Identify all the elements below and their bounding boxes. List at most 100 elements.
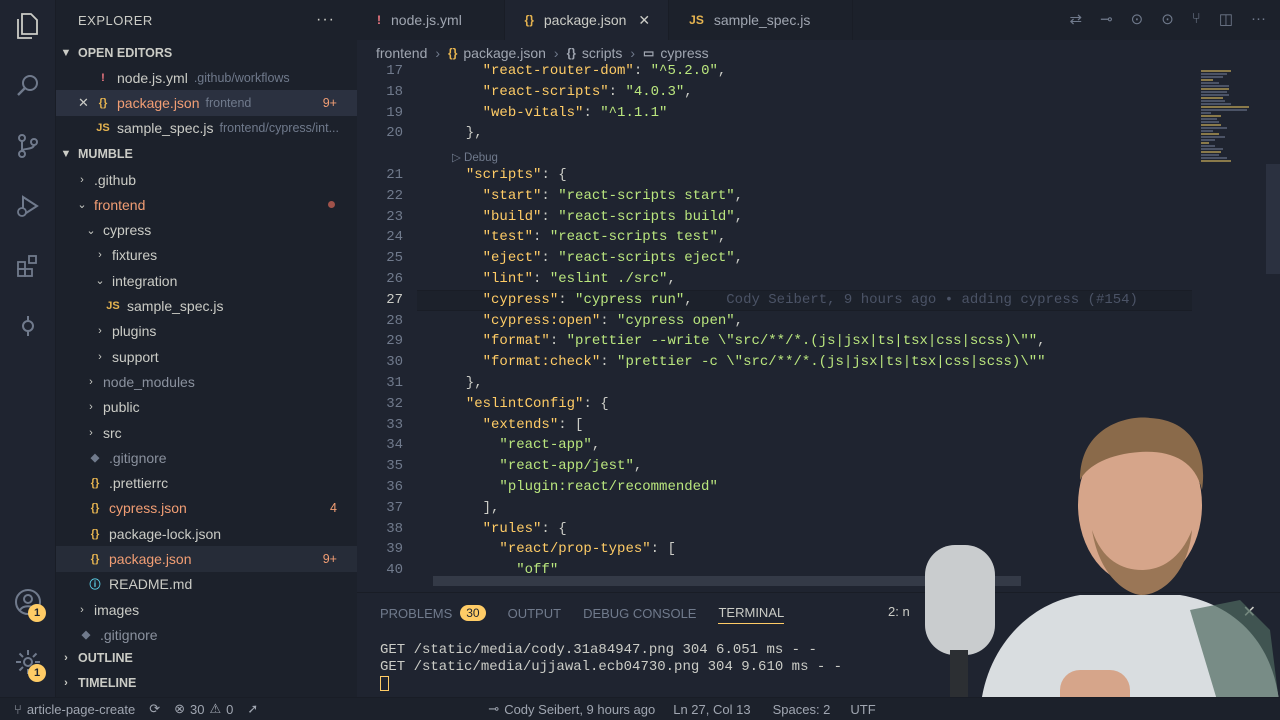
tree-file[interactable]: {} package-lock.json	[56, 521, 357, 546]
tree-file[interactable]: JS sample_spec.js	[56, 293, 357, 318]
branch-indicator[interactable]: ⑂ article-page-create	[14, 702, 135, 717]
search-icon[interactable]	[12, 70, 44, 102]
panel-tabs: PROBLEMS 30 OUTPUT DEBUG CONSOLE TERMINA…	[380, 602, 785, 624]
file-icon: {}	[90, 552, 100, 565]
manage-gear-icon[interactable]: 1	[12, 646, 46, 682]
code-line: "react/prop-types": [	[499, 541, 676, 558]
tab-output[interactable]: OUTPUT	[508, 602, 561, 624]
code-line: "rules": {	[482, 520, 567, 537]
previous-change-icon[interactable]: ⊙	[1131, 10, 1144, 28]
tree-folder[interactable]: ⌄ integration	[56, 268, 357, 293]
outline-label: OUTLINE	[78, 650, 133, 665]
timeline-section[interactable]: › TIMELINE	[56, 670, 136, 695]
line-number: 31	[386, 375, 403, 391]
run-debug-icon[interactable]	[12, 190, 44, 222]
tree-folder[interactable]: › images	[56, 597, 357, 622]
git-blame-indicator[interactable]: ⊸ Cody Seibert, 9 hours ago	[488, 701, 655, 717]
breadcrumb-item[interactable]: package.json	[463, 45, 546, 61]
tree-folder[interactable]: ⌄ cypress	[56, 217, 357, 242]
encoding-setting[interactable]: UTF	[850, 702, 875, 717]
line-number: 34	[386, 437, 403, 454]
git-commit-icon[interactable]: ⊸	[1100, 10, 1113, 28]
tree-folder[interactable]: › fixtures	[56, 243, 357, 268]
tab-node-js-yml[interactable]: ! node.js.yml ✕	[357, 0, 505, 40]
project-section[interactable]: ▼ MUMBLE	[56, 142, 357, 167]
json-file-icon: {}	[448, 46, 458, 60]
more-actions-icon[interactable]: ···	[316, 11, 335, 29]
line-number: 25	[386, 250, 403, 267]
open-editors-section[interactable]: ▼ OPEN EDITORS	[56, 40, 357, 65]
accounts-icon[interactable]: 1	[12, 586, 46, 622]
minimap-line	[1201, 94, 1229, 96]
tree-file[interactable]: {} package.json 9+	[56, 546, 357, 572]
live-share-button[interactable]: ➚	[247, 701, 258, 717]
inline-blame: Cody Seibert, 9 hours ago • adding cypre…	[692, 291, 1138, 308]
open-editor-item[interactable]: JS sample_spec.js frontend/cypress/int...	[56, 116, 357, 141]
code-line: "lint": "eslint ./src",	[482, 271, 676, 287]
line-number: 33	[386, 416, 403, 433]
problems-indicator[interactable]: ⊗ 30 ⚠ 0	[174, 701, 233, 717]
file-path: frontend	[205, 95, 252, 110]
split-editor-icon[interactable]: ◫	[1219, 10, 1233, 28]
file-name: package.json	[117, 94, 200, 111]
source-control-icon[interactable]	[12, 130, 44, 162]
code-line: "react-router-dom": "^5.2.0",	[482, 63, 727, 79]
tab-sample-spec-js[interactable]: JS sample_spec.js ✕	[669, 0, 854, 40]
tree-folder[interactable]: › .github	[56, 167, 357, 192]
code-line: },	[449, 375, 483, 391]
status-bar: ⑂ article-page-create ⟳ ⊗ 30 ⚠ 0 ➚ ⊸ Cod…	[0, 697, 1280, 720]
tree-file[interactable]: ◆ .gitignore	[56, 445, 357, 470]
indentation-setting[interactable]: Spaces: 2	[773, 702, 831, 717]
open-changes-icon[interactable]: ⑂	[1192, 10, 1201, 28]
git-branch-icon: ⑂	[14, 701, 22, 717]
close-icon[interactable]: ✕	[78, 95, 94, 111]
tab-problems[interactable]: PROBLEMS 30	[380, 602, 486, 624]
tab-debug-console[interactable]: DEBUG CONSOLE	[583, 602, 696, 624]
extensions-icon[interactable]	[12, 250, 44, 282]
open-editor-item[interactable]: ! node.js.yml .github/workflows	[56, 65, 357, 90]
more-actions-icon[interactable]: ···	[1251, 10, 1266, 28]
explorer-sidebar: EXPLORER ··· ▼ OPEN EDITORS ! node.js.yml…	[56, 0, 357, 697]
tree-file[interactable]: {} cypress.json 4	[56, 496, 357, 521]
chevron-down-icon: ▼	[60, 46, 72, 59]
tab-package-json[interactable]: {} package.json ✕	[504, 0, 670, 40]
close-icon[interactable]: ✕	[638, 12, 650, 29]
breadcrumb-item[interactable]: cypress	[660, 45, 708, 61]
line-number: 32	[386, 395, 403, 412]
outline-section[interactable]: › OUTLINE	[56, 645, 133, 670]
code-line: "eject": "react-scripts eject",	[482, 250, 744, 267]
minimap-line	[1201, 109, 1247, 111]
code-line: "test": "react-scripts test",	[482, 229, 727, 246]
tree-folder[interactable]: ⌄ frontend	[56, 192, 357, 217]
vertical-scrollbar[interactable]	[1266, 164, 1280, 274]
terminal-cursor	[380, 676, 389, 691]
line-number: 29	[386, 333, 403, 350]
json-file-icon: {}	[524, 13, 534, 27]
tree-file[interactable]: {} .prettierrc	[56, 470, 357, 495]
tree-folder[interactable]: › src	[56, 420, 357, 445]
compare-changes-icon[interactable]: ⇄	[1069, 10, 1082, 28]
tree-folder[interactable]: › node_modules	[56, 369, 357, 394]
next-change-icon[interactable]: ⊙	[1161, 10, 1174, 28]
minimap-line	[1201, 115, 1221, 117]
cursor-position[interactable]: Ln 27, Col 13	[673, 702, 750, 717]
debug-codelens[interactable]: ▷ Debug	[452, 150, 498, 164]
error-icon: ⊗	[174, 701, 186, 716]
explorer-icon[interactable]	[12, 10, 44, 42]
breadcrumb-item[interactable]: frontend	[376, 45, 427, 61]
yaml-file-icon: !	[377, 13, 381, 27]
tree-folder[interactable]: › public	[56, 395, 357, 420]
tab-terminal[interactable]: TERMINAL	[718, 602, 785, 624]
remote-explorer-icon[interactable]	[12, 310, 44, 342]
open-editors-list: ! node.js.yml .github/workflows ✕ {} package.…	[56, 65, 357, 141]
minimap-line	[1201, 133, 1219, 135]
sync-button[interactable]: ⟳	[149, 701, 160, 717]
tree-folder[interactable]: › support	[56, 344, 357, 369]
breadcrumb-item[interactable]: scripts	[582, 45, 622, 61]
tree-file[interactable]: ◆ .gitignore	[56, 622, 357, 647]
tree-file[interactable]: ⓘ README.md	[56, 572, 357, 597]
open-editor-item[interactable]: ✕ {} package.json frontend 9+	[56, 90, 357, 116]
tree-folder[interactable]: › plugins	[56, 319, 357, 344]
code-line: "scripts": {	[465, 167, 567, 183]
terminal-output[interactable]: GET /static/media/cody.31a84947.png 304 …	[380, 642, 842, 693]
